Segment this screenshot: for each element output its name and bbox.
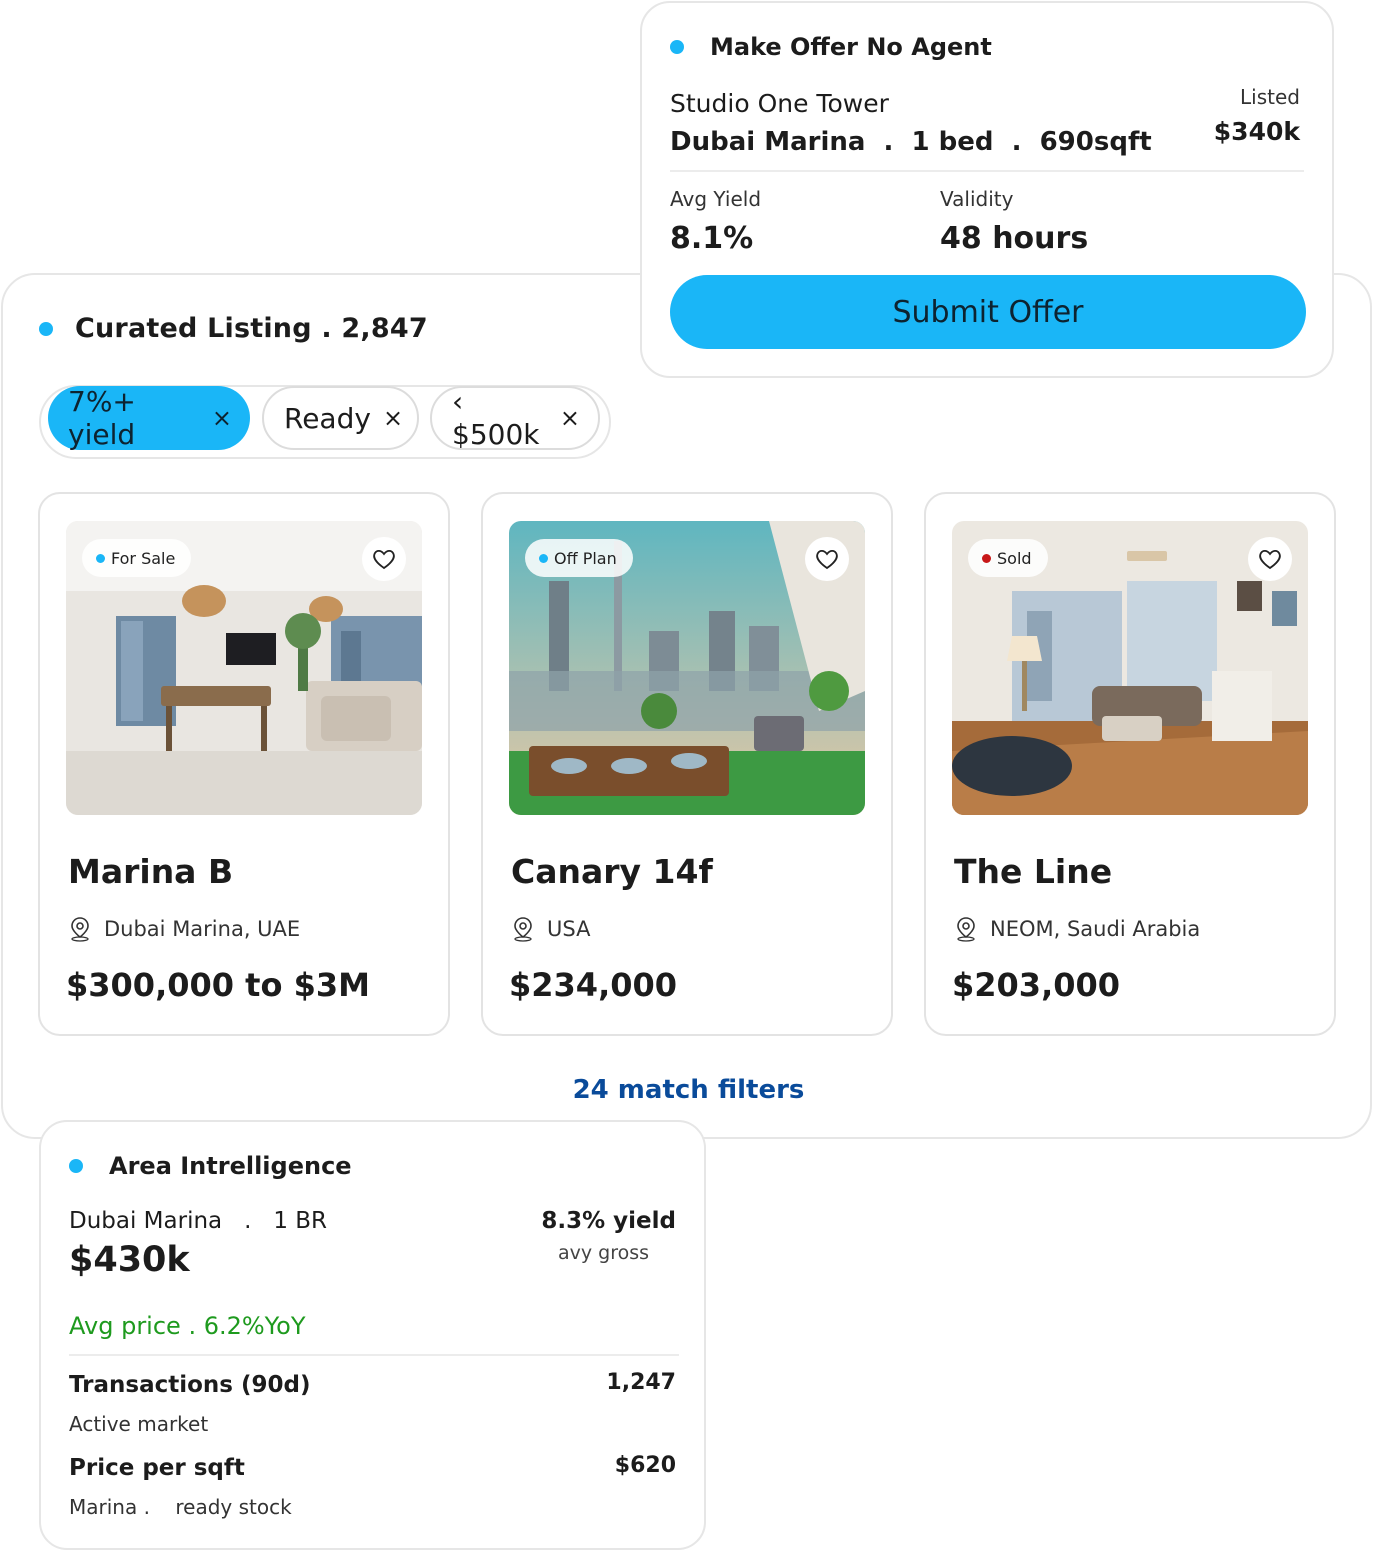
avg-price-trend: Avg price . 6.2%YoY	[69, 1312, 306, 1340]
favorite-button[interactable]	[1248, 537, 1292, 581]
validity-label: Validity	[940, 187, 1014, 211]
heart-icon	[1259, 549, 1281, 570]
listing-card[interactable]: Off Plan Canary 14f USA $234,000	[481, 492, 893, 1036]
area-intelligence-panel: Area Intrelligence Dubai Marina . 1 BR $…	[39, 1120, 706, 1550]
curated-header: Curated Listing . 2,847	[39, 313, 428, 344]
listing-price: $234,000	[509, 966, 678, 1004]
status-badge: For Sale	[82, 539, 192, 577]
listing-location: NEOM, Saudi Arabia	[954, 916, 1200, 942]
divider	[670, 170, 1304, 172]
badge-label: For Sale	[111, 548, 176, 568]
area-header: Area Intrelligence	[69, 1152, 352, 1180]
avg-yield-label: Avg Yield	[670, 187, 762, 211]
badge-dot	[982, 553, 991, 563]
filter-chip-label: Ready	[284, 401, 371, 435]
offer-header: Make Offer No Agent	[670, 33, 992, 61]
badge-dot	[539, 553, 548, 563]
filter-chip-price[interactable]: ‹ $500k ×	[430, 385, 600, 451]
location-pin-icon	[957, 917, 975, 942]
area-yield-sub: avy gross	[558, 1242, 650, 1264]
status-dot	[69, 1159, 83, 1173]
close-icon[interactable]: ×	[560, 404, 580, 432]
area-title: Area Intrelligence	[109, 1152, 352, 1180]
badge-dot	[96, 553, 105, 563]
close-icon[interactable]: ×	[212, 404, 232, 432]
offer-property-name: Studio One Tower	[670, 89, 889, 118]
listing-title: The Line	[954, 852, 1113, 891]
close-icon[interactable]: ×	[383, 404, 403, 432]
status-badge: Sold	[968, 539, 1048, 577]
listing-location: Dubai Marina, UAE	[68, 916, 300, 942]
listing-price: $300,000 to $3M	[66, 966, 370, 1004]
listing-location-text: USA	[547, 917, 591, 941]
avg-yield-value: 8.1%	[670, 221, 754, 256]
offer-title: Make Offer No Agent	[710, 33, 992, 61]
listing-price: $203,000	[952, 966, 1121, 1004]
listing-location-text: Dubai Marina, UAE	[104, 917, 301, 941]
heart-icon	[816, 549, 838, 570]
location-pin-icon	[514, 917, 532, 942]
listed-price: $340k	[1213, 117, 1300, 146]
area-yield: 8.3% yield	[541, 1208, 676, 1234]
area-location: Dubai Marina . 1 BR	[69, 1208, 328, 1234]
filter-chip-label: 7%+ yield	[68, 385, 136, 451]
divider	[69, 1354, 679, 1356]
listing-location: USA	[511, 916, 590, 942]
status-dot	[39, 321, 53, 336]
listing-title: Canary 14f	[511, 852, 713, 891]
badge-label: Sold	[997, 548, 1032, 568]
transactions-label: Transactions (90d)	[69, 1372, 311, 1398]
transactions-sub: Active market	[69, 1412, 209, 1436]
submit-offer-button[interactable]: Submit Offer	[670, 275, 1306, 349]
listing-card[interactable]: For Sale Marina B Dubai Marina, UAE $300…	[38, 492, 450, 1036]
listed-label: Listed	[1240, 85, 1300, 109]
curated-title: Curated Listing . 2,847	[75, 313, 428, 344]
favorite-button[interactable]	[805, 537, 849, 581]
status-badge: Off Plan	[525, 539, 633, 577]
filter-chip-label: ‹ $500k	[452, 385, 540, 451]
listing-location-text: NEOM, Saudi Arabia	[990, 917, 1201, 941]
area-price: $430k	[69, 1240, 190, 1280]
location-pin-icon	[71, 917, 89, 942]
price-per-sqft-label: Price per sqft	[69, 1455, 245, 1481]
price-per-sqft-value: $620	[614, 1453, 676, 1478]
status-dot	[670, 40, 684, 54]
heart-icon	[373, 549, 395, 570]
offer-property-details: Dubai Marina . 1 bed . 690sqft	[670, 127, 1152, 157]
listing-title: Marina B	[68, 852, 234, 891]
favorite-button[interactable]	[362, 537, 406, 581]
listing-photo: Sold	[952, 521, 1308, 815]
transactions-value: 1,247	[606, 1370, 676, 1395]
listing-photo: Off Plan	[509, 521, 865, 815]
listing-photo: For Sale	[66, 521, 422, 815]
badge-label: Off Plan	[554, 548, 617, 568]
match-filters-link[interactable]: 24 match filters	[3, 1075, 1374, 1105]
filter-chip-ready[interactable]: Ready ×	[262, 386, 419, 450]
filter-chip-yield[interactable]: 7%+ yield ×	[48, 385, 250, 451]
listing-card[interactable]: Sold The Line NEOM, Saudi Arabia $203,00…	[924, 492, 1336, 1036]
validity-value: 48 hours	[940, 221, 1089, 256]
price-per-sqft-sub: Marina . ready stock	[69, 1495, 292, 1519]
make-offer-panel: Make Offer No Agent Studio One Tower Dub…	[640, 1, 1334, 378]
